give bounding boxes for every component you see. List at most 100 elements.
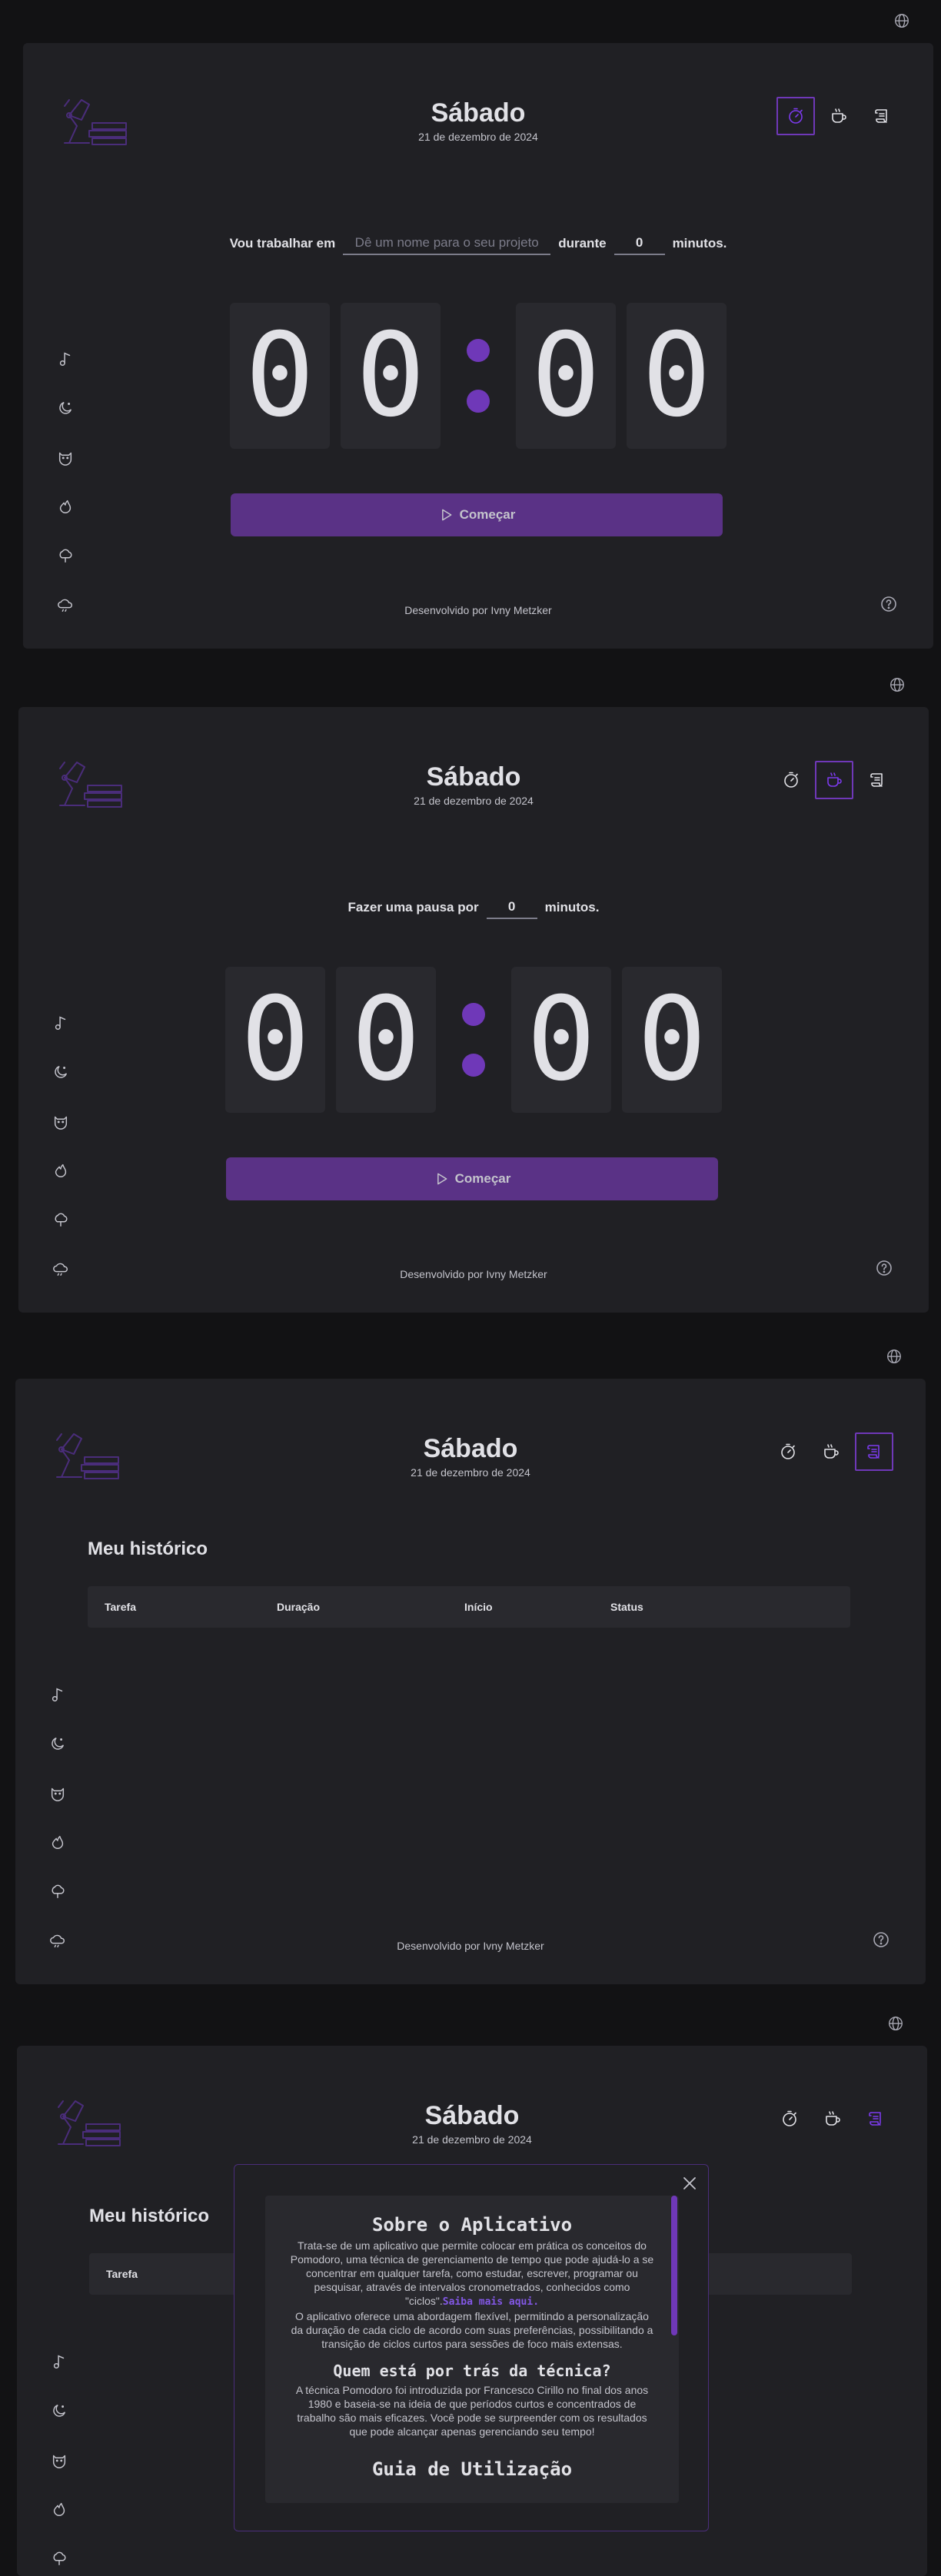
technique-title: Quem está por trás da técnica?	[333, 2362, 611, 2380]
music-note-icon[interactable]	[57, 350, 74, 367]
language-globe-icon[interactable]	[887, 2015, 904, 2032]
footer-credit: Desenvolvido por Ivny Metzker	[400, 1268, 547, 1280]
work-during-label: durante	[558, 236, 607, 251]
tree-icon[interactable]	[51, 2550, 68, 2567]
close-icon[interactable]	[680, 2174, 699, 2193]
coffee-icon	[823, 2110, 842, 2128]
play-icon	[434, 1171, 449, 1187]
nav-break-button[interactable]	[815, 761, 853, 799]
tree-icon[interactable]	[52, 1211, 69, 1228]
history-panel: Sábado 21 de dezembro de 2024 Meu histór…	[15, 1379, 926, 1984]
nav-timer-button[interactable]	[776, 97, 815, 135]
language-globe-icon[interactable]	[889, 676, 906, 693]
work-task-line: Vou trabalhar em durante minutos.	[23, 232, 933, 255]
project-name-input[interactable]	[343, 232, 551, 255]
column-task: Tarefa	[105, 1601, 136, 1613]
guide-title: Guia de Utilização	[371, 2458, 573, 2480]
moon-icon[interactable]	[51, 2402, 68, 2419]
minutes-ones-digit: 0	[336, 967, 436, 1113]
cat-icon[interactable]	[51, 2452, 68, 2468]
minutes-ones-digit: 0	[341, 303, 441, 449]
learn-more-link[interactable]: Saiba mais aqui.	[443, 2296, 539, 2308]
flame-icon[interactable]	[51, 2501, 68, 2518]
coffee-icon	[830, 107, 848, 125]
work-prefix-label: Vou trabalhar em	[229, 236, 336, 251]
break-minutes-input[interactable]	[486, 896, 537, 919]
help-icon[interactable]	[872, 1930, 890, 1949]
cat-icon[interactable]	[52, 1113, 69, 1130]
tree-icon[interactable]	[49, 1883, 66, 1900]
tree-icon[interactable]	[57, 547, 74, 564]
help-icon[interactable]	[879, 595, 898, 613]
nav-history-button[interactable]	[858, 761, 896, 799]
modal-scrollbar[interactable]	[671, 2196, 677, 2335]
minutes-tens-digit: 0	[225, 967, 325, 1113]
nav-break-button[interactable]	[820, 97, 858, 135]
nav-break-button[interactable]	[812, 1432, 850, 1471]
about-title: Sobre o Aplicativo	[371, 2214, 573, 2236]
work-minutes-input[interactable]	[613, 232, 665, 255]
seconds-tens-digit: 0	[516, 303, 616, 449]
cat-icon[interactable]	[49, 1784, 66, 1801]
column-task: Tarefa	[106, 2268, 138, 2280]
stopwatch-icon	[786, 107, 805, 125]
work-timer-panel: Sábado 21 de dezembro de 2024 Vou trabal…	[23, 43, 933, 649]
work-suffix-label: minutos.	[672, 236, 727, 251]
minutes-tens-digit: 0	[230, 303, 330, 449]
flame-icon[interactable]	[57, 498, 74, 515]
column-status: Status	[610, 1601, 643, 1613]
nav-timer-button[interactable]	[769, 1432, 807, 1471]
seconds-ones-digit: 0	[622, 967, 722, 1113]
stopwatch-icon	[779, 1442, 797, 1461]
countdown-display: 0 0 0 0	[23, 303, 933, 449]
time-separator	[451, 303, 505, 449]
footer-credit: Desenvolvido por Ivny Metzker	[404, 604, 552, 616]
language-globe-icon[interactable]	[886, 1348, 903, 1365]
music-note-icon[interactable]	[51, 2353, 68, 2370]
moon-icon[interactable]	[49, 1735, 66, 1752]
countdown-display: 0 0 0 0	[18, 967, 929, 1113]
play-icon	[438, 507, 454, 523]
start-label: Começar	[454, 1171, 511, 1186]
about-paragraph-2: O aplicativo oferece uma abordagem flexí…	[291, 2310, 653, 2350]
about-modal: Sobre o Aplicativo Trata-se de um aplica…	[234, 2164, 709, 2531]
nav-break-button[interactable]	[813, 2100, 852, 2138]
about-paragraph-1: Trata-se de um aplicativo que permite co…	[290, 2239, 654, 2308]
break-prefix-label: Fazer uma pausa por	[347, 900, 479, 915]
start-break-button[interactable]: Começar	[226, 1157, 718, 1200]
start-label: Começar	[459, 507, 516, 522]
history-title: Meu histórico	[88, 1539, 208, 1559]
time-separator	[447, 967, 500, 1113]
nav-timer-button[interactable]	[772, 761, 810, 799]
music-note-icon[interactable]	[52, 1014, 69, 1031]
nav-timer-button[interactable]	[770, 2100, 809, 2138]
about-modal-content[interactable]: Sobre o Aplicativo Trata-se de um aplica…	[265, 2196, 679, 2503]
moon-icon[interactable]	[52, 1064, 69, 1081]
moon-icon[interactable]	[57, 400, 74, 417]
nav-history-button[interactable]	[855, 1432, 893, 1471]
help-icon[interactable]	[875, 1259, 893, 1277]
seconds-tens-digit: 0	[511, 967, 611, 1113]
break-suffix-label: minutos.	[544, 900, 600, 915]
cat-icon[interactable]	[57, 449, 74, 466]
history-table-header: Tarefa Duração Início Status	[88, 1586, 850, 1628]
column-start: Início	[464, 1601, 493, 1613]
start-work-button[interactable]: Começar	[231, 493, 723, 536]
break-task-line: Fazer uma pausa por minutos.	[18, 896, 929, 919]
scroll-icon	[866, 2110, 885, 2128]
flame-icon[interactable]	[52, 1162, 69, 1179]
music-note-icon[interactable]	[49, 1686, 66, 1703]
flame-icon[interactable]	[49, 1834, 66, 1851]
footer-credit: Desenvolvido por Ivny Metzker	[397, 1940, 544, 1952]
scroll-icon	[865, 1442, 883, 1461]
column-duration: Duração	[277, 1601, 321, 1613]
stopwatch-icon	[782, 771, 800, 789]
nav-history-button[interactable]	[863, 97, 901, 135]
coffee-icon	[825, 771, 843, 789]
stopwatch-icon	[780, 2110, 799, 2128]
scroll-icon	[868, 771, 886, 789]
break-timer-panel: Sábado 21 de dezembro de 2024 Fazer uma …	[18, 707, 929, 1313]
coffee-icon	[822, 1442, 840, 1461]
nav-history-button[interactable]	[856, 2100, 895, 2138]
language-globe-icon[interactable]	[893, 12, 910, 29]
